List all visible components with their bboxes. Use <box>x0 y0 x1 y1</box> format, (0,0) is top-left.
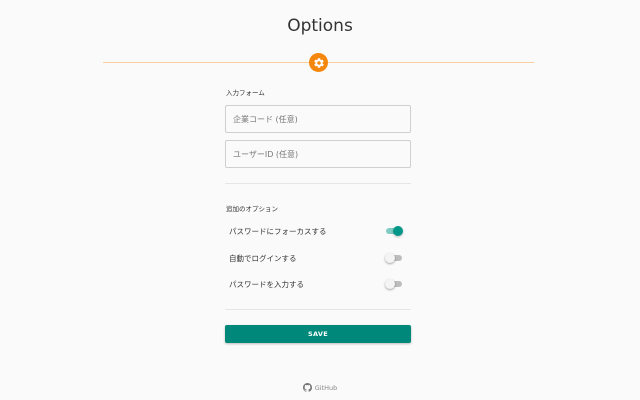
input-form-section-label: 入力フォーム <box>226 89 265 97</box>
option-focus-password: パスワードにフォーカスする <box>225 223 411 239</box>
save-button[interactable]: SAVE <box>225 325 411 343</box>
page-title: Options <box>287 16 353 36</box>
footer-github-link[interactable]: GitHub <box>0 383 640 392</box>
option-label: パスワードにフォーカスする <box>229 226 327 236</box>
gear-icon <box>309 53 328 72</box>
github-icon <box>302 383 312 392</box>
user-id-input[interactable]: ユーザーID (任意) <box>225 140 411 168</box>
toggle-knob <box>393 226 403 236</box>
github-link-label: GitHub <box>314 383 338 392</box>
toggle-knob <box>385 279 395 289</box>
option-label: パスワードを入力する <box>229 279 304 289</box>
option-fill-password: パスワードを入力する <box>225 276 411 292</box>
toggle-knob <box>385 253 395 263</box>
option-auto-login: 自動でログインする <box>225 250 411 266</box>
auto-login-toggle[interactable] <box>385 253 403 263</box>
focus-password-toggle[interactable] <box>385 226 403 236</box>
fill-password-toggle[interactable] <box>385 279 403 289</box>
company-code-input[interactable]: 企業コード (任意) <box>225 105 411 133</box>
user-id-placeholder: ユーザーID (任意) <box>233 149 299 159</box>
section-divider <box>225 309 411 310</box>
company-code-placeholder: 企業コード (任意) <box>233 114 298 124</box>
section-divider <box>225 183 411 184</box>
options-section-label: 追加のオプション <box>226 205 278 213</box>
option-label: 自動でログインする <box>229 253 297 263</box>
